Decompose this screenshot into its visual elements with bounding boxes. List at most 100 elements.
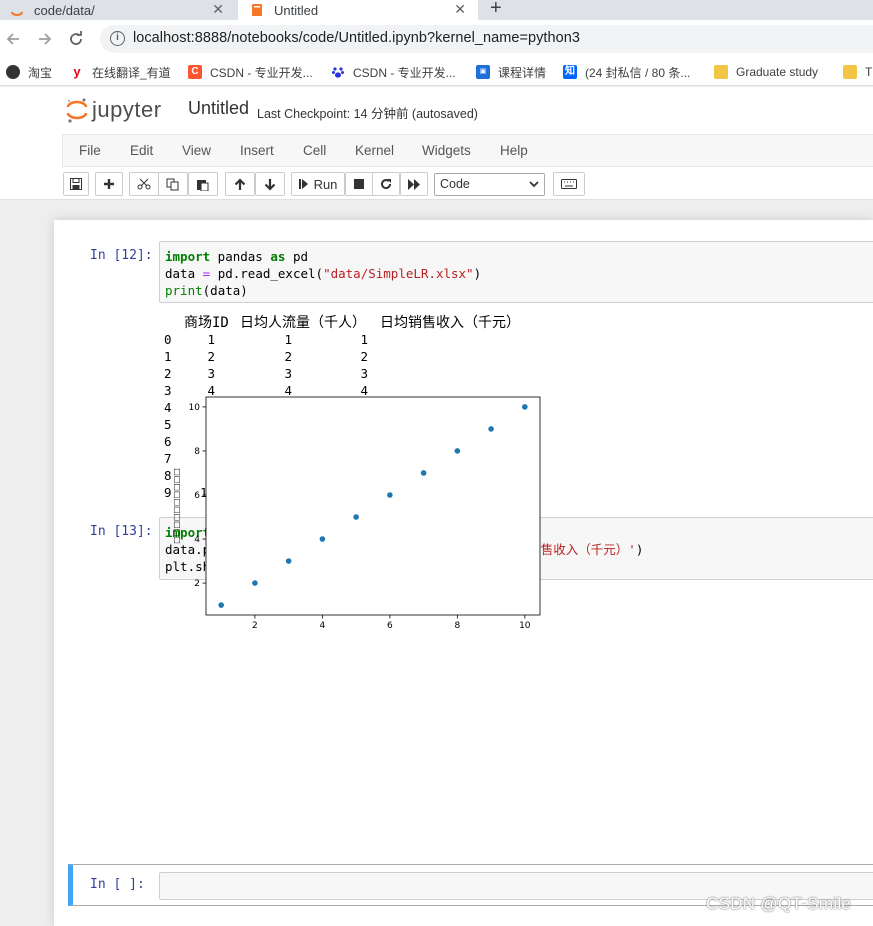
notebook-toolbar: Run Code (62, 170, 873, 198)
url-text: localhost:8888/notebooks/code/Untitled.i… (133, 30, 580, 46)
x-tick-label: 6 (387, 621, 393, 631)
x-tick-label: 4 (320, 621, 326, 631)
step-forward-icon (298, 179, 308, 189)
close-icon[interactable]: ✕ (212, 1, 224, 18)
restart-icon (381, 179, 392, 190)
back-icon[interactable] (4, 29, 24, 49)
stop-icon (354, 179, 364, 189)
notebook-title[interactable]: Untitled (188, 98, 249, 119)
bookmark-csdn-2[interactable]: CSDN - 专业开发... (331, 63, 456, 81)
arrow-up-icon (234, 177, 246, 190)
x-tick-label: 8 (454, 621, 460, 631)
bookmark-label: T (865, 65, 873, 79)
menu-cell[interactable]: Cell (303, 143, 326, 158)
arrow-down-icon (264, 178, 276, 191)
bookmark-label: Graduate study (736, 65, 819, 79)
cell-type-value: Code (440, 177, 470, 191)
move-up-button[interactable] (225, 172, 255, 196)
menu-help[interactable]: Help (500, 143, 528, 158)
cell-prompt: In [ ]: (90, 877, 145, 892)
run-label: Run (313, 176, 338, 192)
scatter-point (420, 470, 427, 476)
tab-title: Untitled (274, 2, 319, 18)
copy-icon (166, 178, 179, 190)
bookmark-csdn[interactable]: C CSDN - 专业开发... (188, 63, 313, 81)
tab-title: code/data/ (34, 2, 95, 18)
close-icon[interactable]: ✕ (454, 1, 466, 18)
bookmark-taobao[interactable]: 淘宝 (6, 63, 52, 81)
new-tab-icon[interactable]: + (490, 0, 502, 20)
table-cell: 2 (360, 349, 369, 364)
table-cell: 1 (284, 332, 293, 347)
jupyter-header: jupyter Untitled Last Checkpoint: 14 分钟前… (0, 87, 873, 200)
scatter-point (454, 448, 461, 454)
paste-button[interactable] (188, 172, 218, 196)
checkpoint-status: Last Checkpoint: 14 分钟前 (autosaved) (257, 107, 478, 121)
restart-button[interactable] (372, 172, 400, 196)
x-tick-label: 2 (252, 621, 258, 631)
info-icon[interactable]: i (110, 31, 125, 46)
menu-file[interactable]: File (79, 143, 101, 158)
column-header: 日均销售收入（千元） (380, 315, 520, 331)
bookmark-graduate-study[interactable]: Graduate study (714, 63, 818, 81)
y-tick-label: 10 (189, 403, 201, 413)
csdn-icon: C (188, 65, 202, 79)
zhihu-icon: 知 (563, 65, 577, 79)
forward-icon[interactable] (34, 29, 54, 49)
paste-icon (197, 179, 209, 191)
tab-code-data[interactable]: code/data/ ✕ (0, 0, 236, 20)
scatter-plot: 246810 246810 □□□□□□□□□ □□□□□□□□□□ (172, 396, 541, 631)
tab-untitled[interactable]: Untitled ✕ (238, 0, 478, 20)
table-row: 1 2 2 2 (164, 349, 564, 366)
jupyter-logo[interactable]: jupyter (66, 96, 162, 124)
scatter-point (252, 580, 258, 586)
scatter-point (488, 426, 494, 432)
save-icon (70, 178, 82, 190)
keyboard-icon (561, 179, 577, 189)
fast-forward-icon (407, 178, 420, 190)
scatter-point (319, 536, 326, 542)
bookmark-label: 淘宝 (28, 65, 53, 80)
baidu-paw-icon (331, 65, 345, 79)
y-tick-label: 4 (194, 535, 200, 545)
code-line: import pandas as pd (165, 249, 309, 264)
scatter-point (218, 602, 224, 608)
scissors-icon (137, 178, 151, 190)
menu-edit[interactable]: Edit (130, 143, 153, 158)
move-down-button[interactable] (255, 172, 285, 196)
y-axis-ticks: 2 4 6 8 10 (189, 403, 206, 589)
y-tick-label: 8 (194, 447, 200, 457)
menu-widgets[interactable]: Widgets (422, 143, 471, 158)
reload-icon[interactable] (66, 29, 86, 49)
run-button[interactable]: Run (291, 172, 345, 196)
bookmark-zhihu[interactable]: 知 (24 封私信 / 80 条... (563, 63, 690, 81)
address-bar[interactable]: i localhost:8888/notebooks/code/Untitled… (100, 25, 873, 53)
folder-icon (843, 65, 857, 79)
menu-bar: File Edit View Insert Cell Kernel Widget… (62, 134, 873, 167)
menu-insert[interactable]: Insert (240, 143, 274, 158)
copy-button[interactable] (158, 172, 188, 196)
menu-view[interactable]: View (182, 143, 211, 158)
bookmark-label: 课程详情 (498, 65, 547, 80)
table-cell: 1 (360, 332, 369, 347)
bookmark-youdao[interactable]: y 在线翻译_有道 (70, 63, 170, 81)
bookmark-folder-t[interactable]: T (843, 63, 872, 81)
row-index: 1 (164, 349, 172, 364)
bookmark-course[interactable]: ▣ 课程详情 (476, 63, 546, 81)
cut-button[interactable] (129, 172, 159, 196)
save-button[interactable] (63, 172, 89, 196)
cell-type-select[interactable]: Code (434, 173, 545, 196)
command-palette-button[interactable] (553, 172, 585, 196)
interrupt-button[interactable] (345, 172, 373, 196)
menu-kernel[interactable]: Kernel (355, 143, 394, 158)
x-tick-label: 10 (519, 621, 531, 631)
table-cell: 2 (207, 349, 216, 364)
cell-prompt: In [13]: (90, 524, 153, 539)
scatter-point (353, 514, 359, 520)
insert-cell-button[interactable] (95, 172, 123, 196)
code-line: data = pd.read_excel("data/SimpleLR.xlsx… (165, 266, 482, 281)
watermark: CSDN @QT-Smile (706, 894, 852, 913)
youdao-icon: y (73, 64, 81, 79)
jupyter-favicon (10, 3, 24, 17)
restart-run-all-button[interactable] (400, 172, 428, 196)
